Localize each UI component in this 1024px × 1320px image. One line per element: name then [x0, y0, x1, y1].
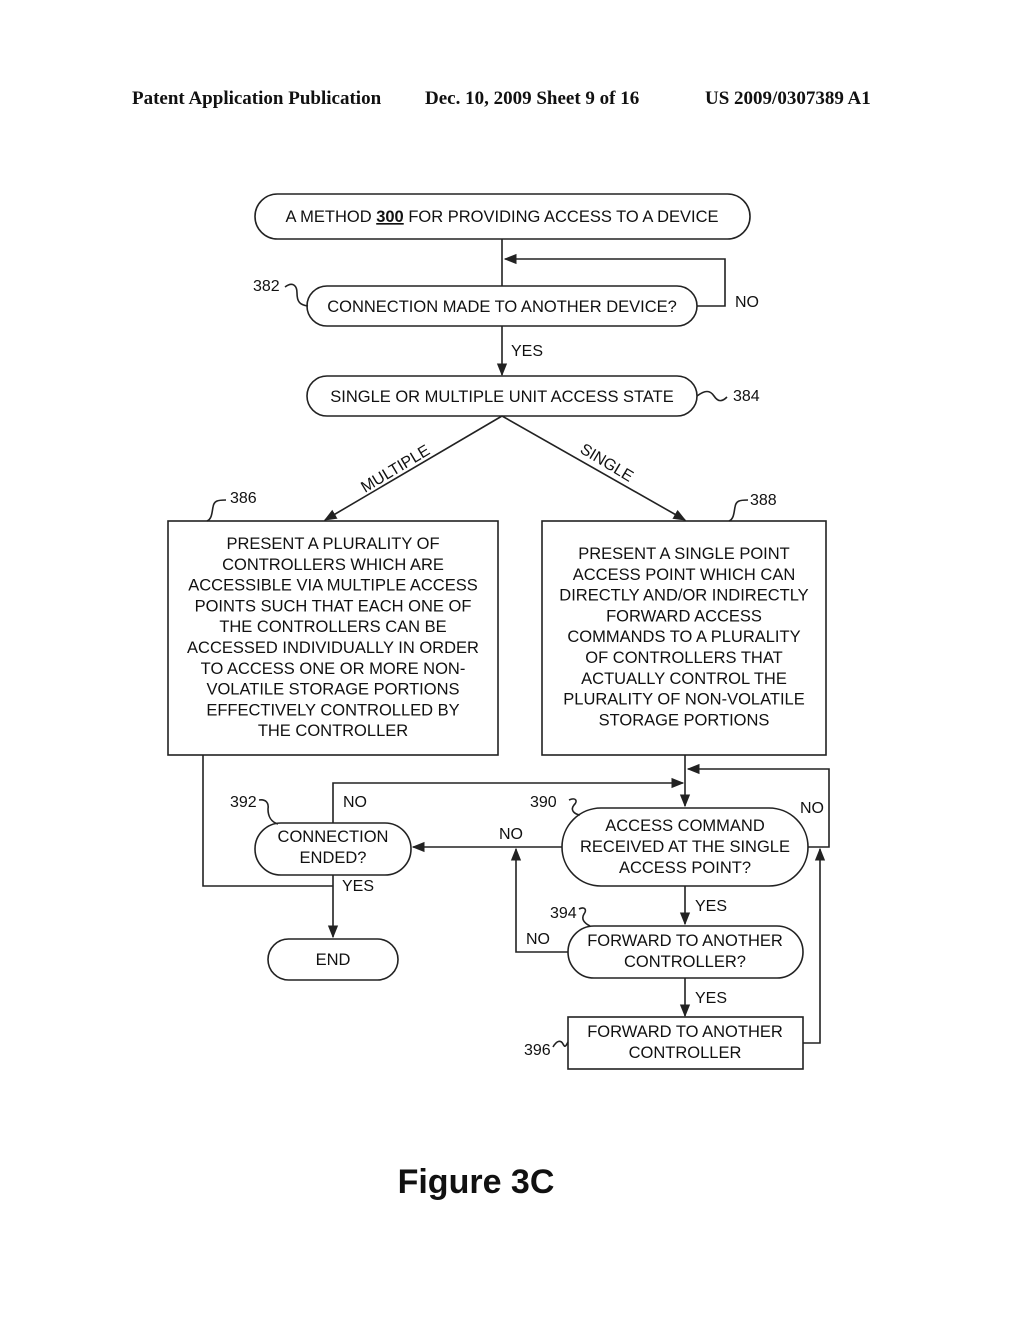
node-394: FORWARD TO ANOTHER CONTROLLER? 394 — [550, 905, 804, 979]
method-number: 300 — [376, 208, 404, 226]
edge-384-single — [501, 415, 687, 521]
node-392: CONNECTION ENDED? 392 — [230, 794, 412, 876]
node-388-line: STORAGE PORTIONS — [599, 711, 770, 729]
node-386-line: ACCESSED INDIVIDUALLY IN ORDER — [187, 639, 479, 657]
process-388-text: PRESENT A SINGLE POINT ACCESS POINT WHICH… — [559, 545, 808, 729]
node-382: CONNECTION MADE TO ANOTHER DEVICE? 382 — [253, 278, 698, 327]
node-396-line: FORWARD TO ANOTHER — [587, 1023, 783, 1041]
label-390-no-left: NO — [499, 826, 523, 843]
node-386-line: THE CONTROLLER — [258, 722, 408, 740]
node-390-line: RECEIVED AT THE SINGLE — [580, 838, 790, 856]
label-394-yes: YES — [695, 990, 727, 1007]
start-node: A METHOD 300 FOR PROVIDING ACCESS TO A D… — [254, 193, 751, 240]
node-390-line: ACCESS COMMAND — [605, 817, 765, 835]
node-396-line: CONTROLLER — [629, 1044, 742, 1062]
label-382-no: NO — [735, 294, 759, 311]
start-text: A METHOD 300 FOR PROVIDING ACCESS TO A D… — [285, 208, 718, 226]
node-390: ACCESS COMMAND RECEIVED AT THE SINGLE ACCE… — [530, 794, 809, 887]
node-390-line: ACCESS POINT? — [619, 859, 751, 877]
node-388-line: ACTUALLY CONTROL THE — [581, 670, 787, 688]
label-392-yes: YES — [342, 878, 374, 895]
node-388: PRESENT A SINGLE POINT ACCESS POINT WHICH… — [541, 492, 827, 756]
node-386-line: POINTS SUCH THAT EACH ONE OF — [195, 597, 472, 615]
node-392-line: ENDED? — [300, 849, 367, 867]
label-382-yes: YES — [511, 343, 543, 360]
node-386-line: PRESENT A PLURALITY OF — [226, 535, 439, 553]
label-390-yes: YES — [695, 898, 727, 915]
state-384-text: SINGLE OR MULTIPLE UNIT ACCESS STATE — [330, 388, 674, 406]
node-384: SINGLE OR MULTIPLE UNIT ACCESS STATE 384 — [306, 375, 760, 417]
ref-384: 384 — [733, 388, 760, 405]
ref-396: 396 — [524, 1042, 551, 1059]
node-388-line: FORWARD ACCESS — [606, 607, 762, 625]
ref-388-leader — [728, 499, 749, 522]
node-388-line: DIRECTLY AND/OR INDIRECTLY — [559, 587, 808, 605]
ref-382: 382 — [253, 278, 280, 295]
node-388-line: OF CONTROLLERS THAT — [585, 649, 782, 667]
node-386-line: EFFECTIVELY CONTROLLED BY — [206, 701, 459, 719]
ref-394-leader — [578, 907, 591, 927]
node-388-line: ACCESS POINT WHICH CAN — [573, 566, 795, 584]
ref-390-leader — [568, 798, 581, 816]
node-394-line: FORWARD TO ANOTHER — [587, 932, 783, 950]
node-388-line: COMMANDS TO A PLURALITY — [567, 628, 800, 646]
ref-382-leader — [284, 283, 309, 307]
node-388-line: PRESENT A SINGLE POINT — [578, 545, 790, 563]
decision-382-text: CONNECTION MADE TO ANOTHER DEVICE? — [327, 298, 677, 316]
node-394-line: CONTROLLER? — [624, 953, 746, 971]
end-text: END — [316, 951, 351, 969]
edge-396-return — [803, 847, 826, 1044]
node-386-line: VOLATILE STORAGE PORTIONS — [206, 681, 459, 699]
node-388-line: PLURALITY OF NON-VOLATILE — [563, 691, 804, 709]
node-386-line: TO ACCESS ONE OR MORE NON- — [201, 660, 466, 678]
ref-392-leader — [258, 799, 279, 825]
ref-384-leader — [696, 390, 728, 402]
ref-388: 388 — [750, 492, 777, 509]
start-text-suffix: FOR PROVIDING ACCESS TO A DEVICE — [404, 208, 719, 226]
node-392-line: CONNECTION — [278, 828, 389, 846]
label-392-no: NO — [343, 794, 367, 811]
node-396: FORWARD TO ANOTHER CONTROLLER 396 — [524, 1016, 804, 1070]
ref-386: 386 — [230, 490, 257, 507]
node-386-line: ACCESSIBLE VIA MULTIPLE ACCESS — [188, 577, 477, 595]
ref-394: 394 — [550, 905, 577, 922]
label-390-no-right: NO — [800, 800, 824, 817]
ref-386-leader — [206, 499, 227, 522]
end-node: END — [267, 938, 399, 981]
label-multiple: MULTIPLE — [358, 442, 433, 496]
figure-label: Figure 3C — [397, 1163, 555, 1201]
start-text-prefix: A METHOD — [285, 208, 376, 226]
flowchart: A METHOD 300 FOR PROVIDING ACCESS TO A D… — [167, 193, 830, 1070]
node-386-line: CONTROLLERS WHICH ARE — [222, 556, 444, 574]
label-394-no: NO — [526, 931, 550, 948]
ref-396-leader — [552, 1040, 569, 1048]
ref-392: 392 — [230, 794, 257, 811]
node-386: PRESENT A PLURALITY OF CONTROLLERS WHICH … — [167, 490, 499, 756]
ref-390: 390 — [530, 794, 557, 811]
node-386-line: THE CONTROLLERS CAN BE — [219, 618, 446, 636]
